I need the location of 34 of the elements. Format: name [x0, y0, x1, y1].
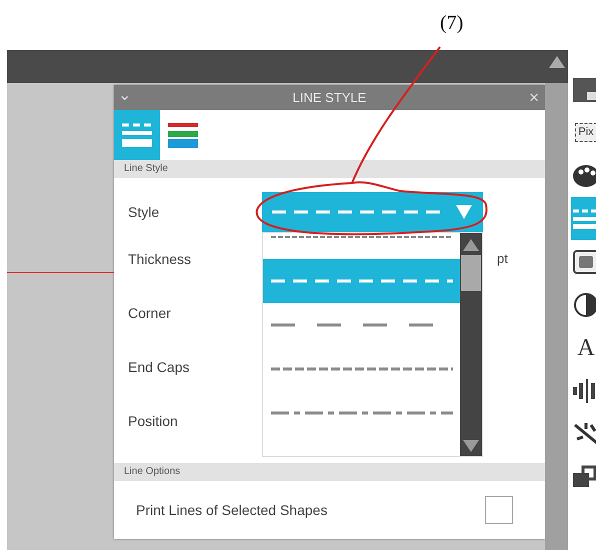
- field-label: Thickness: [128, 250, 192, 268]
- page-icon: [573, 78, 596, 102]
- line-pattern-icon: [271, 410, 453, 416]
- unit-label: pt: [497, 250, 508, 268]
- field-label: End Caps: [128, 358, 190, 377]
- field-label: Corner: [128, 304, 171, 322]
- panel-title: LINE STYLE: [292, 89, 366, 107]
- color-lines-icon: [168, 122, 198, 148]
- align-icon: [573, 378, 596, 402]
- sparkle-icon: [573, 420, 596, 446]
- contrast-icon: [573, 292, 596, 318]
- replicate-icon: [573, 464, 596, 488]
- list-scrollbar[interactable]: [460, 233, 482, 456]
- palette-icon: [573, 164, 596, 188]
- option-label: Print Lines of Selected Shapes: [136, 500, 328, 520]
- panel-tab[interactable]: [114, 110, 160, 160]
- scroll-up-icon[interactable]: [548, 56, 564, 68]
- image-icon: [573, 250, 596, 274]
- section-header: Line Options: [114, 463, 545, 481]
- caret-icon: [456, 205, 472, 219]
- dropdown-option[interactable]: [263, 259, 462, 303]
- line-pattern-icon: [271, 366, 453, 372]
- scroll-thumb[interactable]: [461, 255, 481, 291]
- checkbox[interactable]: [485, 496, 513, 524]
- annotation-label: (7): [440, 12, 464, 34]
- line-pattern-icon: [271, 278, 453, 284]
- section-header: Line Style: [114, 160, 545, 178]
- scrollbar[interactable]: [545, 50, 568, 550]
- field-label: Position: [128, 412, 178, 430]
- line-style-icon: [573, 208, 596, 230]
- line-style-icon: [122, 122, 152, 148]
- style-dropdown[interactable]: [262, 192, 483, 232]
- field-label: Style: [128, 202, 160, 222]
- line-pattern-icon: [271, 234, 453, 240]
